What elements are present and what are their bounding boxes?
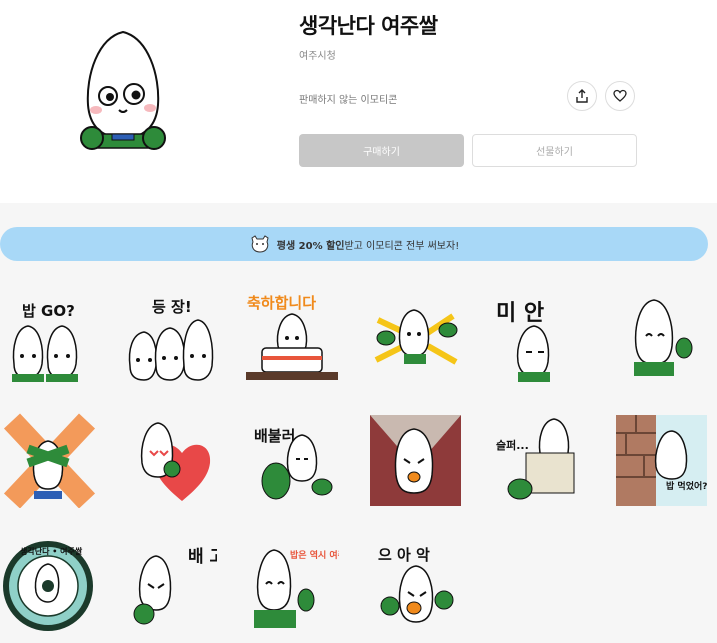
sticker-11[interactable]: 슬퍼... xyxy=(494,413,589,508)
sticker-12[interactable]: 밥 먹었어? xyxy=(614,413,709,508)
sticker-5[interactable]: 미 안 xyxy=(494,290,589,385)
gift-button[interactable]: 선물하기 xyxy=(472,134,637,167)
product-header: 생각난다 여주쌀 여주시청 판매하지 않는 이모티콘 구매하기 선물하기 xyxy=(0,0,717,203)
sticker-14[interactable]: 배 고 파 xyxy=(122,540,217,635)
sticker-12-text: 밥 먹었어? xyxy=(666,480,707,492)
product-title: 생각난다 여주쌀 xyxy=(299,14,438,38)
sticker-15-text: 밥은 역시 여주쌀! xyxy=(290,549,339,561)
like-button[interactable] xyxy=(605,81,635,111)
sticker-2[interactable]: 등 장! xyxy=(122,290,217,385)
sticker-13-text: 생각난다 • 여주쌀 xyxy=(20,546,83,556)
sticker-1-text: 밥 GO? xyxy=(22,302,75,320)
sticker-panel: 평생 20% 할인 받고 이모티콘 전부 써보자! xyxy=(0,203,717,643)
sale-status: 판매하지 않는 이모티콘 xyxy=(299,95,398,106)
sticker-3-text: 축하합니다 xyxy=(247,294,316,312)
sticker-5-text: 미 안 xyxy=(496,301,544,326)
sticker-14-text: 배 고 파 xyxy=(188,547,217,567)
sticker-16[interactable]: 으 아 악 xyxy=(368,540,463,635)
sticker-16-text: 으 아 악 xyxy=(378,546,430,564)
sticker-11-text: 슬퍼... xyxy=(496,438,529,452)
banner-text: 받고 이모티콘 전부 써보자! xyxy=(344,240,460,252)
sticker-7[interactable] xyxy=(2,413,97,508)
sticker-1[interactable]: 밥 GO? xyxy=(2,290,97,385)
sticker-2-text: 등 장! xyxy=(152,298,192,316)
author-link[interactable]: 여주시청 xyxy=(299,47,336,62)
heart-icon xyxy=(613,89,627,102)
sticker-6[interactable] xyxy=(614,290,709,385)
sticker-10[interactable] xyxy=(368,413,463,508)
sticker-9-text: 배불러 xyxy=(254,427,295,445)
product-hero-image xyxy=(78,30,168,160)
sticker-3[interactable]: 축하합니다 xyxy=(244,290,339,385)
share-icon xyxy=(576,89,588,103)
buy-button[interactable]: 구매하기 xyxy=(299,134,464,167)
sticker-13[interactable]: 생각난다 • 여주쌀 xyxy=(2,540,97,635)
mascot-icon xyxy=(251,235,269,253)
share-button[interactable] xyxy=(567,81,597,111)
promo-banner[interactable]: 평생 20% 할인 받고 이모티콘 전부 써보자! xyxy=(0,227,708,261)
sticker-9[interactable]: 배불러 xyxy=(244,413,339,508)
banner-highlight: 평생 20% 할인 xyxy=(276,240,345,252)
sticker-4[interactable] xyxy=(368,290,463,385)
sticker-15[interactable]: 밥은 역시 여주쌀! xyxy=(244,540,339,635)
sticker-8[interactable] xyxy=(122,413,217,508)
